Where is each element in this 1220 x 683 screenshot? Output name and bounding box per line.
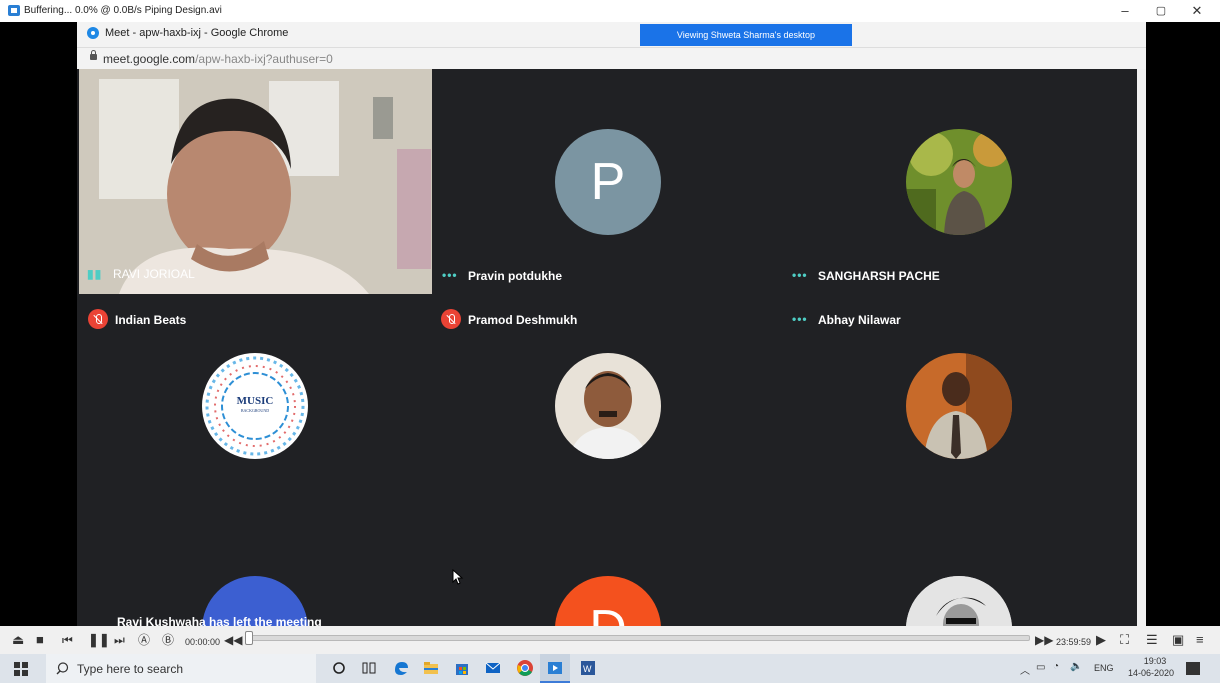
audio-indicator-icon: •••	[792, 312, 808, 326]
video-feed-image	[79, 69, 432, 294]
fullscreen-icon[interactable]: ⛶	[1120, 633, 1129, 647]
previous-icon[interactable]: ⏮	[62, 633, 73, 647]
battery-icon[interactable]: ▭	[1036, 662, 1045, 673]
rewind-icon[interactable]: ◀◀	[224, 633, 242, 647]
participant-name: RAVI JORIOAL	[113, 267, 195, 281]
participant-name: Pramod Deshmukh	[468, 313, 578, 327]
aspect-ratio-icon[interactable]: ▣	[1172, 633, 1184, 647]
minimize-button[interactable]: –	[1110, 2, 1140, 20]
screen-share-banner: Viewing Shweta Sharma's desktop	[640, 24, 852, 46]
close-button[interactable]: ✕	[1182, 2, 1212, 20]
address-bar[interactable]: meet.google.com/apw-haxb-ixj?authuser=0	[77, 47, 1146, 70]
total-time: 23:59:59	[1056, 637, 1092, 647]
participant-name: SANGHARSH PACHE	[818, 269, 940, 283]
letterbox-right	[1146, 22, 1220, 626]
meeting-notification-toast: Ravi Kushwaha has left the meeting	[117, 615, 322, 626]
svg-text:W: W	[583, 664, 592, 674]
address-url[interactable]: meet.google.com/apw-haxb-ixj?authuser=0	[103, 52, 333, 66]
meet-grid: ▮▮ RAVI JORIOAL P ••• Pravin potdukhe ••…	[77, 69, 1137, 626]
stop-icon[interactable]: ■	[36, 633, 44, 647]
play-icon[interactable]: ▶	[1096, 633, 1106, 647]
store-icon[interactable]	[453, 659, 471, 677]
audio-indicator-icon: •••	[792, 268, 808, 282]
windows-start-icon[interactable]	[14, 662, 28, 676]
next-icon[interactable]: ⏭	[114, 633, 125, 647]
network-icon[interactable]: ◔	[1053, 661, 1059, 672]
music-logo-text: MUSIC	[236, 395, 274, 407]
profile-photo	[906, 129, 1012, 235]
file-explorer-icon[interactable]	[422, 659, 440, 677]
settings-icon[interactable]: ☰	[1146, 633, 1158, 647]
mic-off-icon	[441, 309, 461, 329]
mail-icon[interactable]	[484, 659, 502, 677]
ab-repeat-b-icon[interactable]: Ⓑ	[162, 633, 174, 647]
browser-tab[interactable]: Meet - apw-haxb-ixj - Google Chrome	[77, 22, 1146, 46]
show-hidden-icons-icon[interactable]: ︿	[1020, 662, 1030, 677]
word-icon[interactable]: W	[579, 659, 597, 677]
fast-forward-icon[interactable]: ▶▶	[1035, 633, 1053, 647]
scroll-strip	[1137, 69, 1146, 626]
seek-bar[interactable]	[245, 635, 1030, 641]
participant-name: Pravin potdukhe	[468, 269, 563, 283]
participant-tile[interactable]: ••• SANGHARSH PACHE	[784, 69, 1137, 294]
search-placeholder: Type here to search	[77, 662, 184, 676]
url-host: meet.google.com	[103, 52, 196, 66]
participant-name: Abhay Nilawar	[818, 313, 901, 327]
seek-thumb[interactable]	[245, 631, 253, 645]
audio-indicator-icon: •••	[442, 268, 458, 282]
participant-name: Indian Beats	[115, 313, 187, 327]
participant-tile[interactable]: ••• Abhay Nilawar	[784, 299, 1137, 519]
participant-tile[interactable]: P ••• Pravin potdukhe	[432, 69, 784, 294]
eject-icon[interactable]: ⏏	[12, 633, 24, 647]
letter-avatar-partial: D	[555, 576, 661, 626]
letter-avatar: P	[555, 129, 661, 235]
volume-icon[interactable]: 🔈	[1070, 661, 1082, 672]
lock-icon	[90, 50, 97, 60]
ab-repeat-a-icon[interactable]: Ⓐ	[138, 633, 150, 647]
taskbar: Type here to search W ︿ ▭ ◔ 🔈 ENG 19:03 …	[0, 654, 1220, 683]
profile-photo	[906, 353, 1012, 459]
task-view-icon[interactable]	[360, 659, 378, 677]
edge-browser-icon[interactable]	[392, 659, 410, 677]
speaking-indicator-icon: ▮▮	[87, 267, 103, 281]
playlist-icon[interactable]: ≡	[1196, 633, 1204, 647]
profile-photo	[555, 353, 661, 459]
player-app-icon	[8, 5, 20, 16]
current-time: 00:00:00	[185, 637, 221, 647]
clock-date[interactable]: 14-06-2020	[1123, 668, 1179, 678]
search-icon	[56, 662, 69, 675]
chrome-icon[interactable]	[516, 659, 534, 677]
url-path: /apw-haxb-ixj?authuser=0	[195, 52, 333, 66]
restore-button[interactable]: ▢	[1146, 2, 1176, 20]
letterbox-left	[0, 22, 77, 626]
music-logo-subtext: BACKGROUND	[240, 408, 270, 413]
mic-off-icon	[88, 309, 108, 329]
profile-photo-partial	[906, 576, 1012, 626]
clock-time[interactable]: 19:03	[1133, 656, 1177, 666]
mouse-cursor-icon	[452, 569, 464, 585]
browser-tab-title: Meet - apw-haxb-ixj - Google Chrome	[105, 27, 289, 39]
media-player-taskbar-item[interactable]	[540, 654, 570, 683]
cortana-icon[interactable]	[330, 659, 348, 677]
meet-favicon-icon	[87, 27, 99, 39]
participant-video-tile[interactable]: ▮▮ RAVI JORIOAL	[79, 69, 432, 294]
taskbar-search-box[interactable]: Type here to search	[46, 654, 316, 683]
participant-tile[interactable]: Pramod Deshmukh	[432, 299, 784, 519]
player-title: Buffering... 0.0% @ 0.0B/s Piping Design…	[24, 5, 222, 16]
action-center-icon[interactable]	[1186, 662, 1200, 675]
music-logo-avatar: MUSIC BACKGROUND	[202, 353, 308, 459]
player-title-bar: Buffering... 0.0% @ 0.0B/s Piping Design…	[0, 0, 1220, 22]
participant-tile[interactable]: MUSIC BACKGROUND Indian Beats	[79, 299, 432, 519]
pause-icon[interactable]: ❚❚	[88, 633, 110, 647]
input-language[interactable]: ENG	[1094, 663, 1114, 673]
